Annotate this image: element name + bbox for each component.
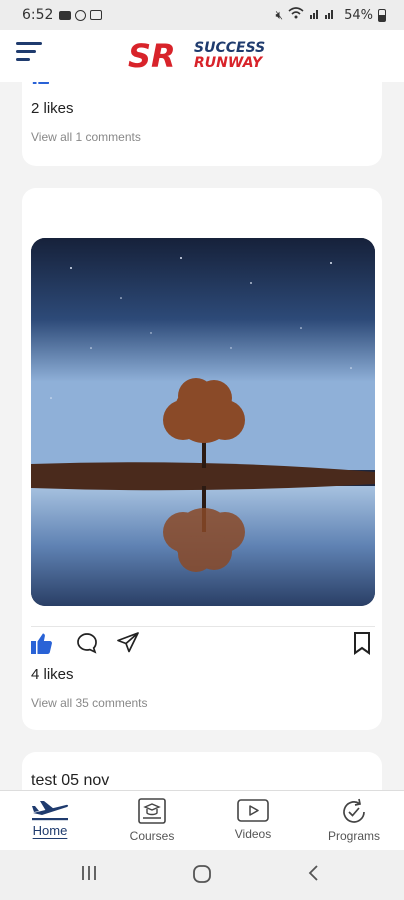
- battery-percent: 54%: [344, 7, 373, 23]
- share-icon[interactable]: [116, 631, 140, 655]
- mute-icon: 🔇︎: [275, 7, 284, 22]
- view-comments-link[interactable]: View all 35 comments: [31, 696, 148, 710]
- likes-count: 2 likes: [31, 100, 74, 117]
- notification-icons: [59, 9, 103, 21]
- video-icon: [237, 799, 269, 822]
- app-header: SR SUCCESS RUNWAY: [0, 30, 404, 82]
- video-notification-icon: [59, 10, 72, 20]
- like-icon[interactable]: [31, 82, 49, 84]
- system-nav-bar: [0, 850, 404, 900]
- post-actions: [30, 628, 374, 658]
- home-system-icon[interactable]: [192, 864, 212, 888]
- plane-icon: [32, 801, 69, 821]
- logo-text: SUCCESS RUNWAY: [194, 40, 266, 71]
- signal-icon: [309, 7, 339, 23]
- wifi-icon: [288, 7, 304, 23]
- post-card: 4 likes View all 35 comments: [22, 188, 382, 730]
- nav-home[interactable]: Home: [10, 795, 90, 847]
- post-card: test 05 nov: [22, 752, 382, 790]
- divider: [31, 626, 375, 627]
- logo-mark: SR: [128, 38, 176, 74]
- status-time: 6:52: [22, 7, 54, 23]
- svg-text:SR: SR: [128, 38, 176, 74]
- whatsapp-icon: [75, 9, 87, 21]
- post-image[interactable]: [31, 238, 375, 606]
- nav-programs[interactable]: Programs: [314, 795, 394, 847]
- post-card: 2 likes View all 1 comments: [22, 82, 382, 166]
- recent-apps-icon[interactable]: [80, 864, 98, 886]
- comment-icon[interactable]: [75, 631, 99, 655]
- menu-icon[interactable]: [16, 42, 44, 70]
- post-title: test 05 nov: [31, 772, 110, 789]
- bottom-navigation: Home Courses Videos Programs: [0, 790, 404, 850]
- view-comments-link[interactable]: View all 1 comments: [31, 130, 141, 144]
- programs-icon: [343, 798, 365, 823]
- nav-videos[interactable]: Videos: [213, 795, 293, 847]
- like-icon[interactable]: [30, 631, 54, 655]
- nav-courses[interactable]: Courses: [112, 795, 192, 847]
- system-indicators: 🔇︎ 54%: [276, 7, 386, 23]
- success-runway-logo: SR SUCCESS RUNWAY: [128, 38, 265, 74]
- courses-icon: [138, 798, 166, 824]
- back-icon[interactable]: [306, 864, 322, 886]
- bookmark-icon[interactable]: [352, 631, 376, 655]
- likes-count: 4 likes: [31, 666, 74, 683]
- screen-icon: [90, 10, 103, 20]
- status-bar: 6:52 🔇︎ 54%: [0, 0, 404, 30]
- post-feed[interactable]: 2 likes View all 1 comments 4 likes View…: [0, 82, 404, 790]
- battery-icon: [378, 8, 386, 22]
